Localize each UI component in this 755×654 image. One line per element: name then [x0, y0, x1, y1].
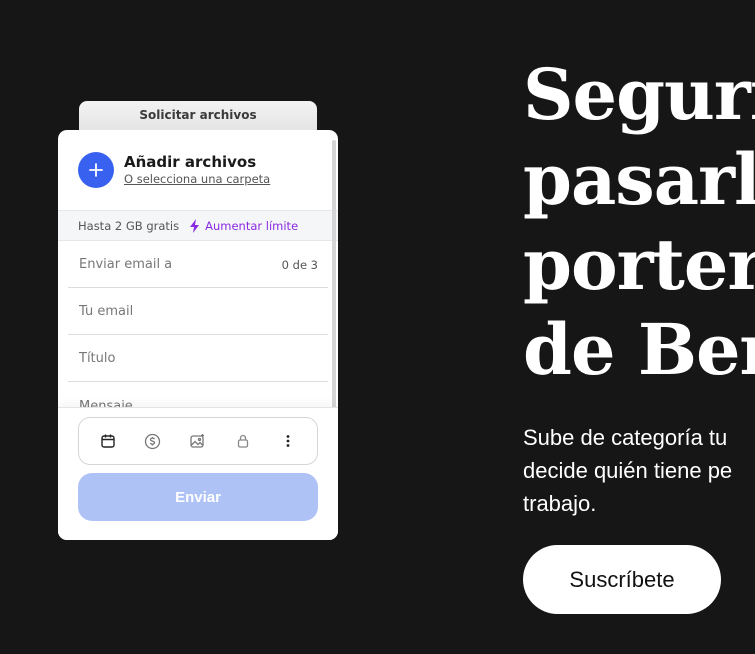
title-label: Título	[79, 351, 116, 366]
hero-title-line: Segurid	[523, 53, 755, 136]
your-email-field[interactable]: Tu email	[68, 289, 328, 335]
lightning-icon	[190, 218, 200, 233]
page: Solicitar archivos Añadir archivos O sel…	[0, 0, 755, 654]
storage-limit-bar: Hasta 2 GB gratis Aumentar límite	[58, 210, 338, 241]
transfer-options-bar	[78, 417, 318, 465]
message-label: Mensaje	[79, 398, 133, 408]
request-files-tab-label: Solicitar archivos	[139, 108, 257, 122]
select-folder-link[interactable]: O selecciona una carpeta	[124, 171, 270, 187]
add-files-row[interactable]: Añadir archivos O selecciona una carpeta	[78, 152, 270, 188]
dollar-icon[interactable]	[141, 429, 165, 453]
hero-subtitle-line: Sube de categoría tu	[523, 425, 728, 450]
upload-form-scroll: Añadir archivos O selecciona una carpeta…	[58, 130, 338, 407]
increase-limit-label: Aumentar límite	[205, 218, 299, 233]
storage-limit-text: Hasta 2 GB gratis	[78, 218, 180, 233]
form-scrollbar[interactable]	[332, 140, 336, 407]
hero-title-line: de Berl	[523, 308, 755, 391]
send-email-to-field[interactable]: Enviar email a 0 de 3	[68, 242, 328, 288]
more-vertical-icon[interactable]	[276, 429, 300, 453]
recipient-count: 0 de 3	[281, 257, 318, 272]
upload-actions: Enviar	[58, 407, 338, 540]
subscribe-button[interactable]: Suscríbete	[523, 545, 721, 614]
add-files-title: Añadir archivos	[124, 153, 257, 171]
calendar-icon[interactable]	[96, 429, 120, 453]
add-files-button[interactable]	[78, 152, 114, 188]
upload-card: Añadir archivos O selecciona una carpeta…	[58, 130, 338, 540]
hero-title-line: portero	[523, 223, 755, 306]
hero-subtitle: Sube de categoría tu decide quién tiene …	[523, 421, 732, 520]
hero-title: Segurid pasarlo portero de Berl	[523, 52, 755, 392]
send-email-to-label: Enviar email a	[79, 257, 173, 272]
hero-title-line: pasarlo	[523, 138, 755, 221]
message-field[interactable]: Mensaje	[68, 383, 328, 408]
hero-subtitle-line: decide quién tiene pe	[523, 458, 733, 483]
hero-subtitle-line: trabajo.	[523, 491, 597, 516]
your-email-label: Tu email	[79, 304, 134, 319]
title-field[interactable]: Título	[68, 336, 328, 382]
plus-icon	[89, 163, 103, 177]
lock-icon[interactable]	[231, 429, 255, 453]
send-button[interactable]: Enviar	[78, 473, 318, 521]
increase-limit-link[interactable]: Aumentar límite	[189, 218, 299, 233]
image-icon[interactable]	[186, 429, 210, 453]
